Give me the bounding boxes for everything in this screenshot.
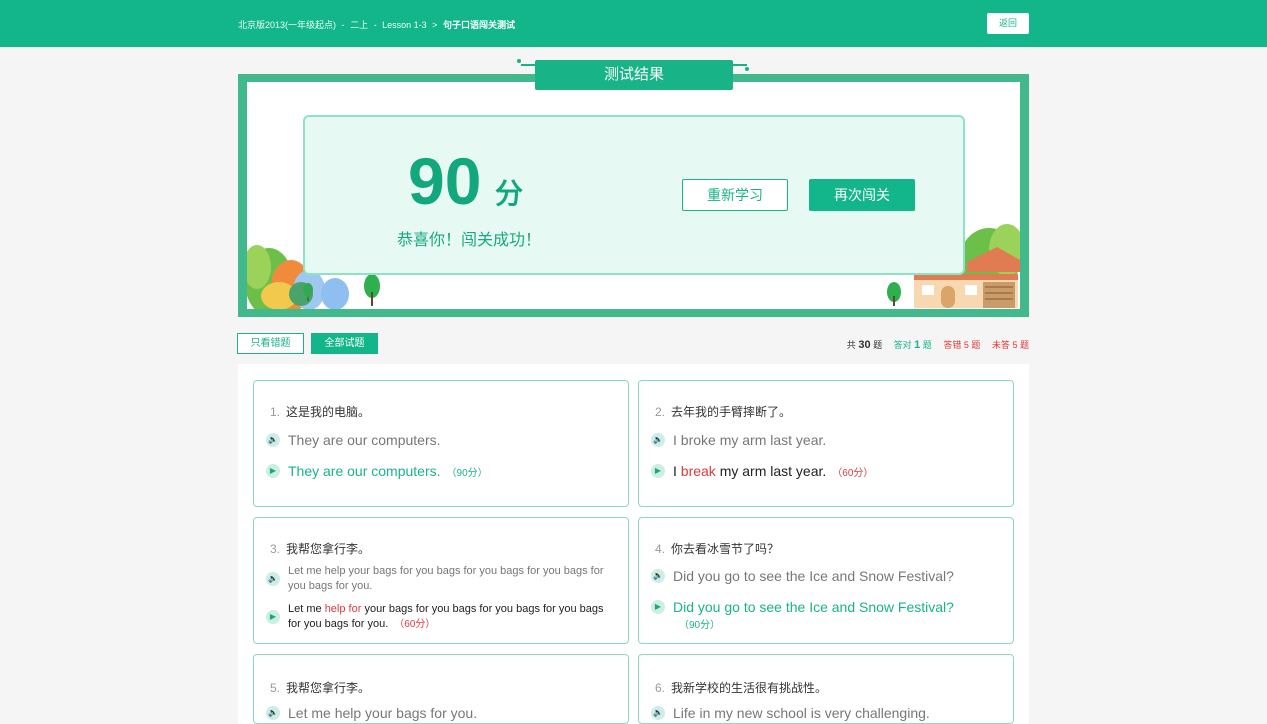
stat-total: 共 30 题	[846, 339, 883, 351]
reference-row: 🔈 Life in my new school is very challeng…	[651, 705, 1001, 723]
reference-sentence: Did you go to see the Ice and Snow Festi…	[673, 568, 954, 584]
reference-row: 🔈 I broke my arm last year.	[651, 432, 1001, 450]
result-stats: 共 30 题 答对 1 题 答错 5 题 未答 5 题	[838, 338, 1029, 351]
reference-sentence: Let me help your bags for you bags for y…	[288, 565, 604, 592]
speaker-icon[interactable]: 🔈	[266, 433, 280, 447]
top-bar: 北京版2013(一年级起点) - 二上 - Lesson 1-3 > 句子口语闯…	[0, 0, 1267, 47]
reference-sentence: They are our computers.	[288, 432, 441, 448]
speaker-icon[interactable]: 🔈	[651, 706, 665, 720]
answer-sentence: I break my arm last year. （60分）	[673, 463, 874, 479]
reference-row: 🔈 Did you go to see the Ice and Snow Fes…	[651, 568, 1001, 586]
breadcrumb-item-textbook[interactable]: 北京版2013(一年级起点)	[238, 20, 336, 30]
reference-sentence: I broke my arm last year.	[673, 432, 827, 448]
filter-wrong-only-button[interactable]: 只看错题	[237, 333, 304, 354]
question-card: 3. 我帮您拿行李。 🔈 Let me help your bags for yo…	[253, 517, 629, 644]
speaker-icon[interactable]: 🔈	[266, 572, 280, 586]
relearn-button[interactable]: 重新学习	[682, 179, 788, 211]
answer-sentence: Let me help for your bags for you bags f…	[288, 603, 604, 630]
question-card: 2. 去年我的手臂摔断了。 🔈 I broke my arm last year.…	[638, 380, 1014, 507]
decor-dot	[517, 59, 521, 63]
back-button[interactable]: 返回	[987, 13, 1029, 34]
stat-correct: 答对 1 题	[893, 339, 932, 351]
success-message: 恭喜你！闯关成功！	[397, 232, 542, 249]
answer-row: ▶ They are our computers. （90分）	[266, 463, 616, 481]
question-card: 5. 我帮您拿行李。 🔈 Let me help your bags for yo…	[253, 654, 629, 724]
reference-sentence: Life in my new school is very challengin…	[673, 705, 930, 721]
play-icon[interactable]: ▶	[266, 610, 280, 624]
score-unit: 分	[495, 178, 524, 209]
question-prompt: 1. 这是我的电脑。	[270, 405, 371, 419]
answer-sentence: Did you go to see the Ice and Snow Festi…	[673, 599, 954, 631]
reference-row: 🔈 They are our computers.	[266, 432, 616, 450]
play-icon[interactable]: ▶	[651, 600, 665, 614]
score-value: 90	[408, 144, 482, 218]
question-prompt: 2. 去年我的手臂摔断了。	[655, 405, 792, 419]
reference-sentence: Let me help your bags for you.	[288, 705, 478, 721]
question-card: 1. 这是我的电脑。 🔈 They are our computers. ▶ Th…	[253, 380, 629, 507]
stat-wrong: 答错 5 题	[943, 340, 981, 350]
retry-button[interactable]: 再次闯关	[809, 179, 915, 211]
answer-row: ▶ I break my arm last year. （60分）	[651, 463, 1001, 481]
speaker-icon[interactable]: 🔈	[651, 569, 665, 583]
filter-all-button[interactable]: 全部试题	[311, 333, 378, 354]
answer-row: ▶ Did you go to see the Ice and Snow Fes…	[651, 599, 1001, 631]
breadcrumb-separator: -	[341, 20, 345, 30]
question-prompt: 3. 我帮您拿行李。	[270, 542, 371, 556]
breadcrumb-item-lesson[interactable]: Lesson 1-3	[382, 20, 427, 30]
breadcrumb-item-volume[interactable]: 二上	[350, 20, 368, 30]
breadcrumb-separator: >	[432, 20, 438, 30]
question-card: 6. 我新学校的生活很有挑战性。 🔈 Life in my new school …	[638, 654, 1014, 724]
question-prompt: 4. 你去看冰雪节了吗？	[655, 542, 780, 556]
speaker-icon[interactable]: 🔈	[651, 433, 665, 447]
result-title: 测试结果	[521, 60, 747, 90]
decor-dot	[745, 67, 749, 71]
reference-row: 🔈 Let me help your bags for you bags for…	[266, 564, 616, 596]
breadcrumb: 北京版2013(一年级起点) - 二上 - Lesson 1-3 > 句子口语闯…	[238, 18, 515, 31]
speaker-icon[interactable]: 🔈	[266, 706, 280, 720]
question-prompt: 6. 我新学校的生活很有挑战性。	[655, 681, 828, 695]
answer-sentence: They are our computers. （90分）	[288, 463, 488, 479]
reference-row: 🔈 Let me help your bags for you.	[266, 705, 616, 723]
play-icon[interactable]: ▶	[266, 464, 280, 478]
play-icon[interactable]: ▶	[651, 464, 665, 478]
question-prompt: 5. 我帮您拿行李。	[270, 681, 371, 695]
breadcrumb-separator: -	[373, 20, 377, 30]
stat-unanswered: 未答 5 题	[991, 340, 1029, 350]
breadcrumb-current: 句子口语闯关测试	[442, 20, 515, 30]
answer-row: ▶ Let me help for your bags for you bags…	[266, 602, 616, 634]
question-card: 4. 你去看冰雪节了吗？ 🔈 Did you go to see the Ice …	[638, 517, 1014, 644]
